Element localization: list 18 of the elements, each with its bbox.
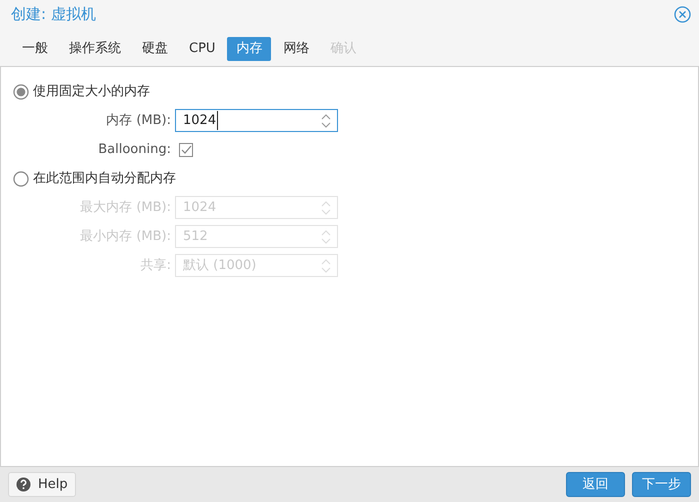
- help-icon: [16, 477, 31, 492]
- radio-label: 使用固定大小的内存: [33, 82, 150, 101]
- radio-button[interactable]: [13, 170, 29, 186]
- tab[interactable]: 网络: [274, 37, 318, 61]
- radio-button[interactable]: [13, 84, 29, 100]
- number-field[interactable]: 1024: [175, 109, 338, 132]
- tab[interactable]: 硬盘: [133, 37, 177, 61]
- window-title: 创建: 虚拟机: [11, 4, 96, 25]
- close-icon[interactable]: [674, 6, 691, 22]
- tab[interactable]: CPU: [180, 37, 224, 61]
- tab[interactable]: 一般: [13, 37, 57, 61]
- help-button[interactable]: Help: [8, 472, 76, 497]
- field-label: 内存 (MB):: [105, 112, 172, 130]
- spinner-icon[interactable]: [321, 112, 331, 128]
- checkbox[interactable]: [179, 142, 193, 156]
- field-label: Ballooning:: [97, 140, 172, 159]
- radio-label: 在此范围内自动分配内存: [33, 170, 176, 188]
- tab[interactable]: 操作系统: [60, 37, 130, 61]
